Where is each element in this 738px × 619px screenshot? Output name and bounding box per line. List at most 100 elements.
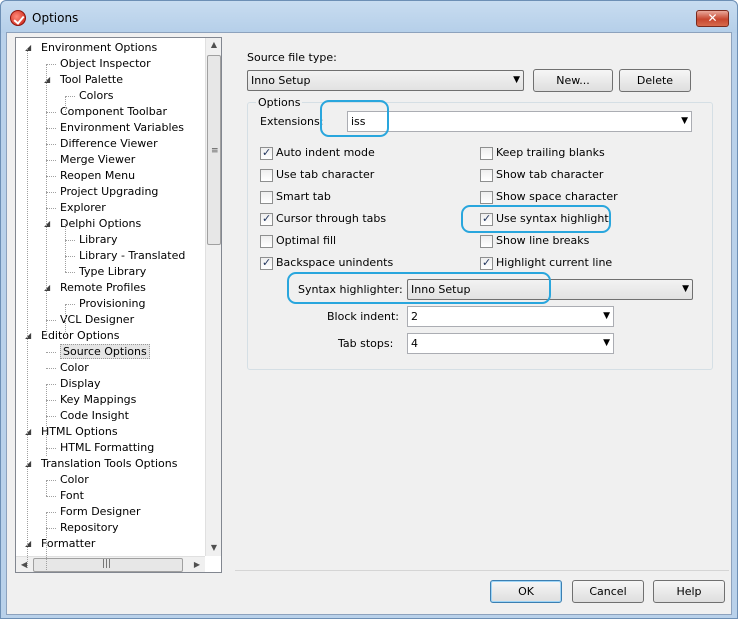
tree-item[interactable]: Remote Profiles xyxy=(60,280,146,296)
tree-connector xyxy=(46,368,56,369)
tree-item[interactable]: Color xyxy=(60,472,89,488)
tree-item[interactable]: Color xyxy=(60,360,89,376)
scroll-left-icon[interactable]: ◀ xyxy=(16,560,32,569)
tree-connector xyxy=(46,208,56,209)
scroll-thumb[interactable]: ≡ xyxy=(207,55,221,245)
close-button[interactable]: ✕ xyxy=(696,10,729,27)
tree-item-label: Key Mappings xyxy=(60,393,137,406)
grip-icon: ||| xyxy=(102,559,112,569)
tree-connector xyxy=(46,512,56,513)
chevron-down-icon: ▼ xyxy=(603,338,610,348)
tree-item[interactable]: Colors xyxy=(79,88,113,104)
tree-item[interactable]: Component Toolbar xyxy=(60,104,167,120)
tree-item-label: Color xyxy=(60,473,89,486)
tree-item-label: Colors xyxy=(79,89,114,102)
tree-item-label: Library - Translated xyxy=(79,249,186,262)
tree-connector xyxy=(46,176,56,177)
tree-item[interactable]: Editor Options xyxy=(41,328,120,344)
tree-item[interactable]: Code Insight xyxy=(60,408,129,424)
source-file-type-combo[interactable]: Inno Setup ▼ xyxy=(247,70,524,91)
tree-item[interactable]: Display xyxy=(60,376,101,392)
tree-item[interactable]: Environment Options xyxy=(41,40,157,56)
tree-item[interactable]: Provisioning xyxy=(79,296,146,312)
tree-horizontal-scrollbar[interactable]: ◀ ||| ▶ xyxy=(16,556,205,572)
tree-connector xyxy=(46,480,47,496)
tree-item[interactable]: Form Designer xyxy=(60,504,140,520)
tree-connector xyxy=(46,320,56,321)
tree-item-label: Delphi Options xyxy=(60,217,142,230)
tree-item[interactable]: Tool Palette xyxy=(60,72,123,88)
checkbox-label: Backspace unindents xyxy=(276,256,394,269)
window-title: Options xyxy=(32,11,79,25)
checked-box-icon[interactable] xyxy=(260,256,273,270)
tree-item[interactable]: Library xyxy=(79,232,117,248)
chevron-down-icon: ▼ xyxy=(681,116,688,126)
tree-connector xyxy=(46,480,56,481)
tree-item[interactable]: Key Mappings xyxy=(60,392,136,408)
tree-item[interactable]: Merge Viewer xyxy=(60,152,135,168)
cancel-button[interactable]: Cancel xyxy=(572,580,644,603)
scroll-right-icon[interactable]: ▶ xyxy=(189,560,205,569)
unchecked-box-icon[interactable] xyxy=(480,191,493,204)
unchecked-box-icon[interactable] xyxy=(480,169,493,182)
options-tree[interactable]: ▲ ≡ ▼ ◀ ||| ▶ Environment Options ◢ Object… xyxy=(15,37,222,573)
scroll-down-icon[interactable]: ▼ xyxy=(206,543,221,552)
hscroll-thumb[interactable]: ||| xyxy=(33,558,183,572)
delete-button[interactable]: Delete xyxy=(619,69,691,92)
tree-item-label: HTML Options xyxy=(41,425,118,438)
tree-item[interactable]: Library - Translated xyxy=(79,248,185,264)
checkbox-label: Optimal fill xyxy=(276,234,337,247)
checked-box-icon[interactable] xyxy=(260,212,273,226)
unchecked-box-icon[interactable] xyxy=(480,147,493,160)
tree-item[interactable]: HTML Formatting xyxy=(60,440,154,456)
tree-item-label: Component Toolbar xyxy=(60,105,167,118)
tree-item[interactable]: Object Inspector xyxy=(60,56,151,72)
tree-item-label: Remote Profiles xyxy=(60,281,146,294)
tree-item[interactable]: Delphi Options xyxy=(60,216,141,232)
extensions-combo[interactable]: iss ▼ xyxy=(347,111,692,132)
tree-connector xyxy=(46,384,47,456)
tree-item[interactable]: VCL Designer xyxy=(60,312,134,328)
tree-item[interactable]: Translation Tools Options xyxy=(41,456,177,472)
new-button[interactable]: New... xyxy=(533,69,613,92)
checked-box-icon[interactable] xyxy=(260,146,273,160)
checkbox-label: Show space character xyxy=(496,190,618,203)
tree-item-label: Environment Options xyxy=(41,41,158,54)
source-file-type-value: Inno Setup xyxy=(251,74,311,87)
tree-item-label: HTML Formatting xyxy=(60,441,155,454)
ok-button[interactable]: OK xyxy=(490,580,562,603)
help-button[interactable]: Help xyxy=(653,580,725,603)
tree-item[interactable]: HTML Options xyxy=(41,424,118,440)
tree-item-label: Provisioning xyxy=(79,297,146,310)
tab-stops-combo[interactable]: 4 ▼ xyxy=(407,333,614,354)
unchecked-box-icon[interactable] xyxy=(260,191,273,204)
scroll-up-icon[interactable]: ▲ xyxy=(206,40,221,49)
title-bar[interactable]: Options ✕ xyxy=(1,1,737,33)
block-indent-combo[interactable]: 2 ▼ xyxy=(407,306,614,327)
tree-item[interactable]: Reopen Menu xyxy=(60,168,135,184)
checked-box-icon[interactable] xyxy=(480,256,493,270)
tree-item[interactable]: Environment Variables xyxy=(60,120,184,136)
tree-connector xyxy=(46,496,56,497)
tree-item[interactable]: Source Options xyxy=(60,344,150,360)
tree-item-label: Display xyxy=(60,377,101,390)
tree-item[interactable]: Explorer xyxy=(60,200,106,216)
tree-connector xyxy=(46,528,56,529)
tree-connector xyxy=(46,416,56,417)
tree-item[interactable]: Font xyxy=(60,488,84,504)
tree-vertical-scrollbar[interactable]: ▲ ≡ ▼ xyxy=(205,38,221,556)
unchecked-box-icon[interactable] xyxy=(260,169,273,182)
tree-item-label: Source Options xyxy=(60,344,150,359)
unchecked-box-icon[interactable] xyxy=(260,235,273,248)
tree-connector xyxy=(46,128,56,129)
tree-item[interactable]: Formatter xyxy=(41,536,95,552)
checkbox-label: Keep trailing blanks xyxy=(496,146,605,159)
unchecked-box-icon[interactable] xyxy=(480,235,493,248)
tree-connector xyxy=(46,448,56,449)
tree-item-label: VCL Designer xyxy=(60,313,135,326)
tree-item[interactable]: Type Library xyxy=(79,264,146,280)
tree-item[interactable]: Difference Viewer xyxy=(60,136,158,152)
tree-item[interactable]: Repository xyxy=(60,520,119,536)
tree-item-label: Merge Viewer xyxy=(60,153,136,166)
tree-item[interactable]: Project Upgrading xyxy=(60,184,158,200)
